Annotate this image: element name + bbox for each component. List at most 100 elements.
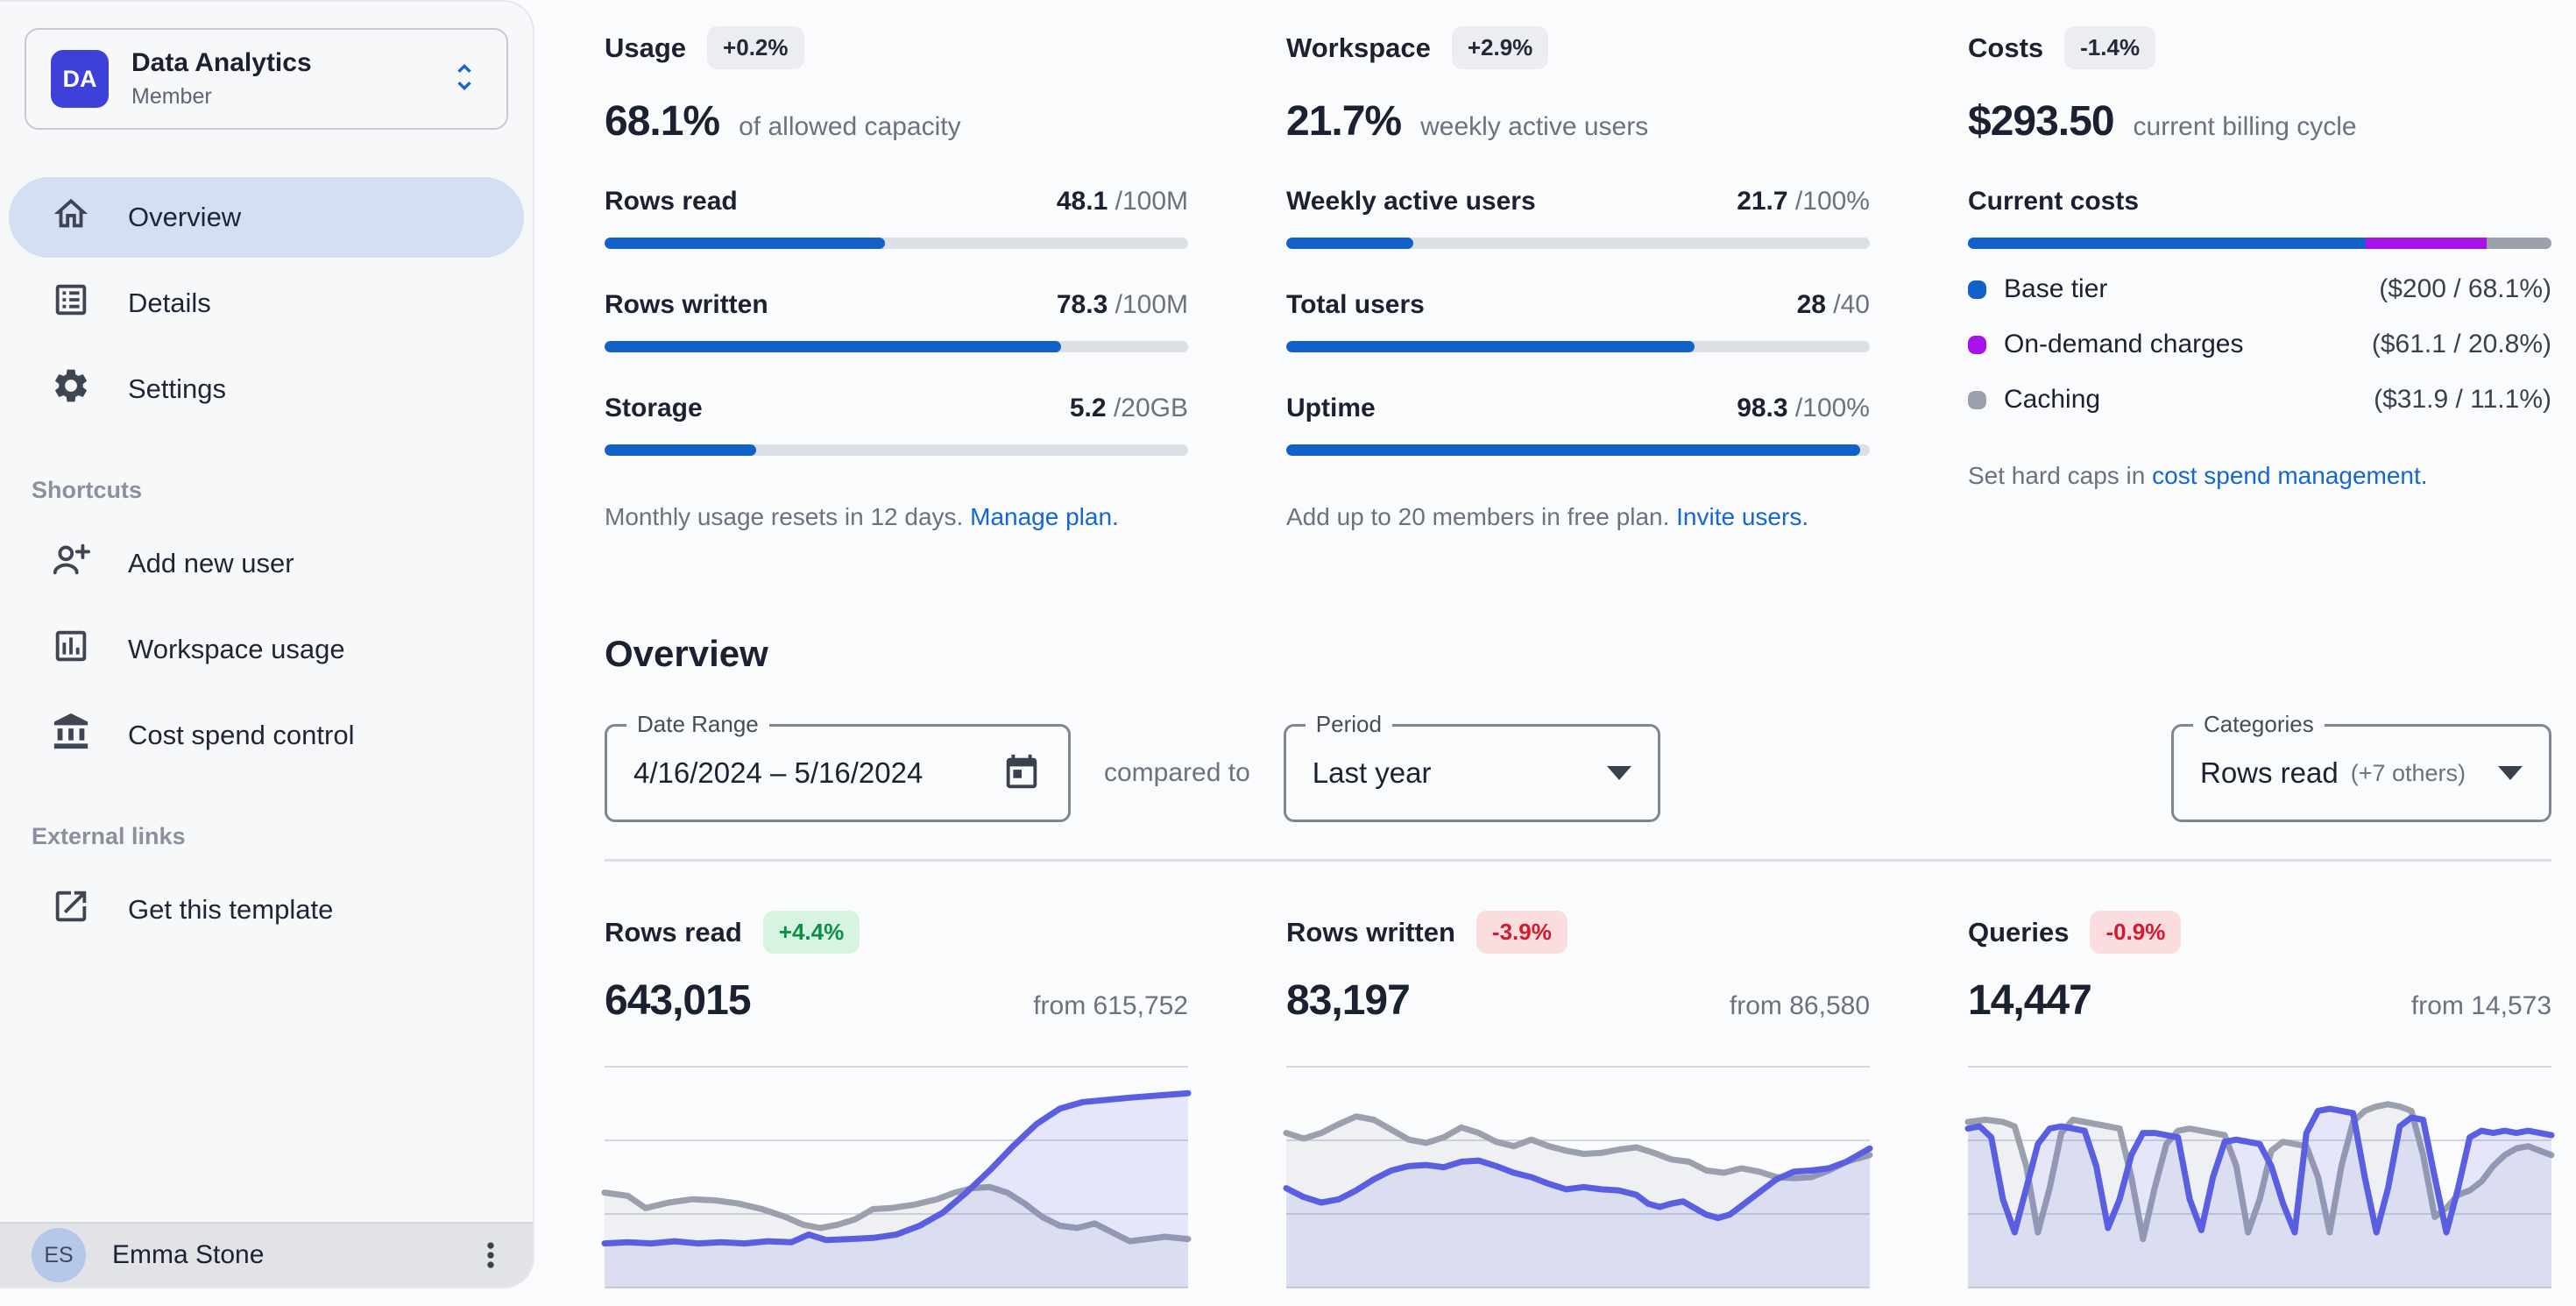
chart-value: 14,447 [1968, 976, 2091, 1025]
cost-segment-base-tier [1968, 238, 2366, 249]
divider [605, 859, 2551, 862]
workspace-role: Member [131, 84, 312, 110]
bank-icon [51, 712, 91, 759]
progress-track [605, 238, 1188, 249]
progress-track [1286, 238, 1870, 249]
meter-total-users: Total users28 /40 [1286, 290, 1870, 352]
kebab-menu-icon[interactable] [471, 1236, 510, 1274]
stat-big-value: 68.1% [605, 97, 719, 146]
date-range-value: 4/16/2024 – 5/16/2024 [633, 756, 923, 790]
chevron-down-icon [1607, 766, 1631, 780]
date-range-field[interactable]: Date Range 4/16/2024 – 5/16/2024 [605, 724, 1071, 822]
stat-big-value: 21.7% [1286, 97, 1401, 146]
sparkline-chart [605, 1065, 1188, 1289]
progress-fill [1286, 444, 1860, 456]
costs-footnote: Set hard caps in cost spend management. [1968, 462, 2551, 490]
chart-card-rows-written: Rows written -3.9% 83,197 from 86,580 [1286, 911, 1870, 1289]
filters-row: Date Range 4/16/2024 – 5/16/2024 compare… [605, 724, 2551, 822]
sidebar-item-label: Add new user [128, 548, 294, 579]
stat-title: Costs [1968, 32, 2043, 64]
usage-footnote: Monthly usage resets in 12 days. Manage … [605, 503, 1188, 531]
user-row[interactable]: ES Emma Stone [0, 1222, 533, 1287]
chart-compare-value: from 615,752 [1033, 991, 1188, 1021]
sidebar-item-label: Cost spend control [128, 720, 354, 751]
stat-big-caption: of allowed capacity [739, 112, 960, 142]
meter-rows-written: Rows written78.3 /100M [605, 290, 1188, 352]
manage-plan-link[interactable]: Manage plan. [970, 503, 1119, 530]
legend-dot [1968, 391, 1986, 409]
cost-segment-on-demand [2366, 238, 2488, 249]
list-alt-icon [51, 280, 91, 327]
stat-title: Workspace [1286, 32, 1431, 64]
legend-row-caching: Caching ($31.9 / 11.1%) [1968, 385, 2551, 415]
categories-label: Categories [2193, 711, 2325, 738]
chart-box-icon [51, 626, 91, 673]
sidebar-item-workspace-usage[interactable]: Workspace usage [9, 609, 524, 690]
cost-legend: Base tier ($200 / 68.1%) On-demand charg… [1968, 274, 2551, 415]
current-costs-label: Current costs [1968, 187, 2551, 216]
period-label: Period [1306, 711, 1392, 738]
section-label-shortcuts: Shortcuts [32, 477, 533, 504]
sidebar: DA Data Analytics Member Overview Detail… [0, 0, 534, 1288]
stat-big-caption: weekly active users [1420, 112, 1648, 142]
chart-title: Rows read [605, 917, 742, 948]
chart-card-rows-read: Rows read +4.4% 643,015 from 615,752 [605, 911, 1188, 1289]
workspace-info: Data Analytics Member [131, 48, 312, 110]
sidebar-item-details[interactable]: Details [9, 263, 524, 344]
stat-big-value: $293.50 [1968, 97, 2114, 146]
sidebar-item-label: Settings [128, 373, 226, 405]
workspace-name: Data Analytics [131, 48, 312, 78]
cost-stacked-bar [1968, 238, 2551, 249]
stats-row: Usage +0.2% 68.1% of allowed capacity Ro… [605, 26, 2551, 531]
legend-dot [1968, 336, 1986, 354]
legend-row-base-tier: Base tier ($200 / 68.1%) [1968, 274, 2551, 304]
chart-card-queries: Queries -0.9% 14,447 from 14,573 [1968, 911, 2551, 1289]
date-range-label: Date Range [626, 711, 769, 738]
charts-row: Rows read +4.4% 643,015 from 615,752 Row… [605, 911, 2551, 1289]
sidebar-item-settings[interactable]: Settings [9, 349, 524, 429]
categories-select[interactable]: Categories Rows read (+7 others) [2171, 724, 2551, 822]
progress-fill [605, 444, 756, 456]
sidebar-item-overview[interactable]: Overview [9, 177, 524, 258]
categories-value: Rows read [2200, 756, 2339, 790]
page-title: Overview [605, 633, 2551, 675]
sidebar-item-add-new-user[interactable]: Add new user [9, 523, 524, 604]
meter-storage: Storage5.2 /20GB [605, 394, 1188, 456]
trend-badge: +0.2% [707, 26, 803, 69]
chart-value: 83,197 [1286, 976, 1410, 1025]
progress-track [605, 341, 1188, 352]
calendar-icon[interactable] [1001, 753, 1042, 793]
workspace-footnote: Add up to 20 members in free plan. Invit… [1286, 503, 1870, 531]
period-select[interactable]: Period Last year [1284, 724, 1660, 822]
progress-track [1286, 444, 1870, 456]
period-value: Last year [1313, 756, 1432, 790]
legend-row-on-demand: On-demand charges ($61.1 / 20.8%) [1968, 330, 2551, 359]
stat-card-costs: Costs -1.4% $293.50 current billing cycl… [1968, 26, 2551, 531]
progress-track [1286, 341, 1870, 352]
progress-fill [1286, 238, 1413, 249]
trend-badge: -3.9% [1476, 911, 1568, 954]
chart-value: 643,015 [605, 976, 751, 1025]
meter-rows-read: Rows read48.1 /100M [605, 187, 1188, 249]
progress-fill [605, 238, 885, 249]
workspace-switcher[interactable]: DA Data Analytics Member [25, 28, 508, 130]
invite-users-link[interactable]: Invite users. [1676, 503, 1808, 530]
sidebar-item-cost-spend-control[interactable]: Cost spend control [9, 695, 524, 776]
compared-to-text: compared to [1104, 758, 1250, 788]
progress-fill [605, 341, 1061, 352]
sidebar-item-label: Get this template [128, 894, 333, 926]
chart-title: Queries [1968, 917, 2069, 948]
chart-compare-value: from 14,573 [2411, 991, 2551, 1021]
trend-badge: +4.4% [763, 911, 860, 954]
sidebar-nav: Overview Details Settings [0, 177, 533, 429]
stat-title: Usage [605, 32, 686, 64]
chart-compare-value: from 86,580 [1730, 991, 1870, 1021]
sidebar-item-get-this-template[interactable]: Get this template [9, 869, 524, 950]
progress-fill [1286, 341, 1695, 352]
chevron-down-icon [2498, 766, 2523, 780]
cost-spend-management-link[interactable]: cost spend management. [2152, 462, 2427, 489]
gear-icon [51, 366, 91, 413]
sidebar-item-label: Details [128, 287, 211, 319]
sparkline-chart [1968, 1065, 2551, 1289]
section-label-external-links: External links [32, 823, 533, 850]
